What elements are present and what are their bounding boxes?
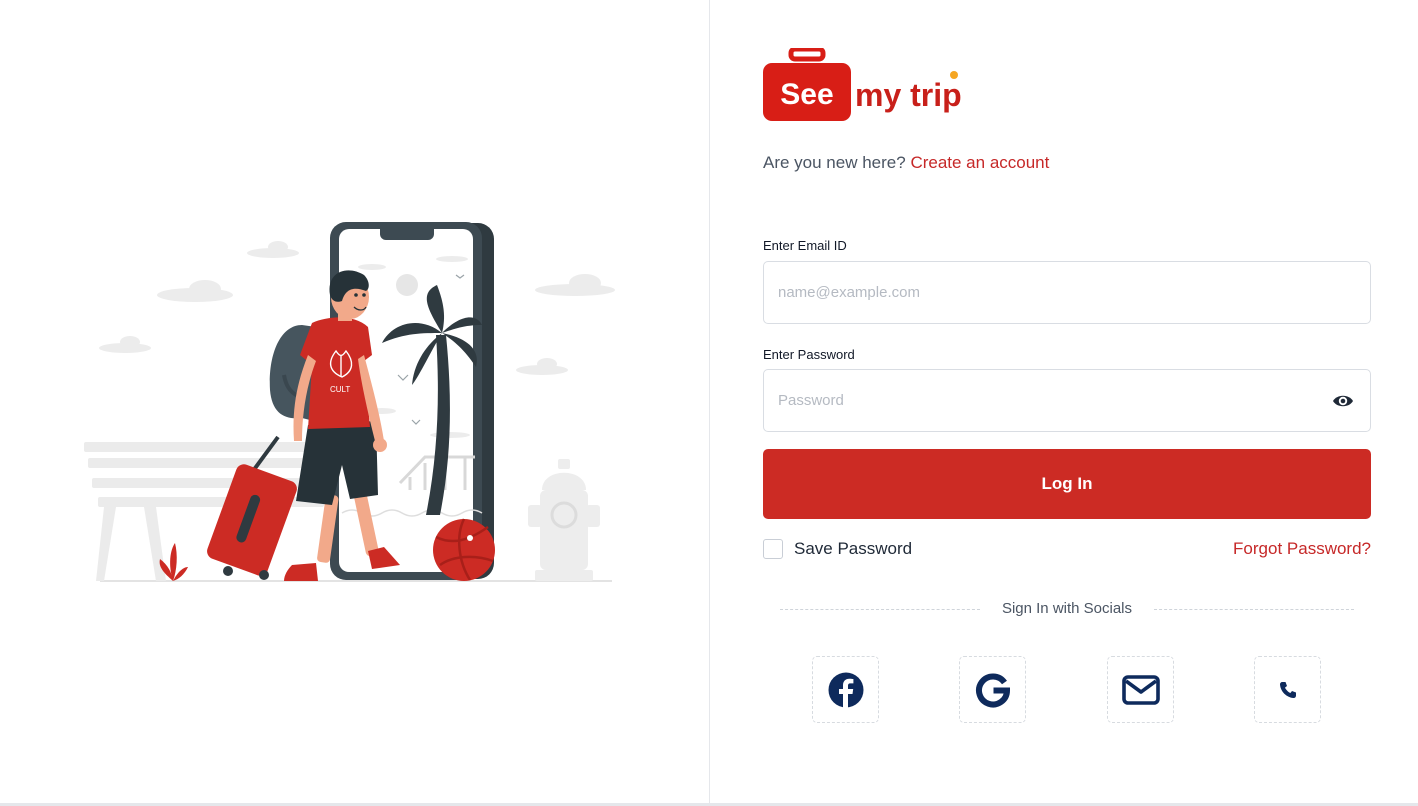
mail-icon [1121,674,1160,705]
facebook-icon [828,672,863,708]
phone-icon [1279,681,1296,698]
socials-separator: Sign In with Socials [780,598,1354,620]
email-login-button[interactable] [1107,656,1174,723]
save-password-row: Save Password [763,538,912,560]
shirt-text: CULT [330,385,350,394]
email-field-box [763,261,1371,324]
email-input[interactable] [764,262,1370,323]
save-password-checkbox[interactable] [763,539,783,559]
show-password-eye-icon[interactable] [1332,391,1354,411]
save-password-label: Save Password [794,539,913,558]
password-label: Enter Password [763,347,855,362]
brand-logo: See my trip [763,48,962,121]
phone-login-button[interactable] [1254,656,1321,723]
password-field-box [763,369,1371,432]
traveler-illustration: CULT [84,222,615,582]
google-icon [975,673,1010,707]
forgot-password-link[interactable]: Forgot Password? [1233,539,1371,559]
illustration-pane: CULT [0,0,709,806]
signup-prompt: Are you new here? Create an account [763,153,1049,173]
create-account-link[interactable]: Create an account [910,153,1049,172]
separator-line-right [1154,609,1354,610]
logo-mytrip-text: my trip [855,77,962,113]
logo-see-text: See [780,78,833,111]
login-panel: See my trip Are you new here? Create an … [710,0,1418,803]
google-login-button[interactable] [959,656,1026,723]
email-label: Enter Email ID [763,238,847,253]
password-input[interactable] [764,370,1370,431]
signup-prompt-text: Are you new here? [763,153,906,172]
login-button[interactable]: Log In [763,449,1371,519]
facebook-login-button[interactable] [812,656,879,723]
